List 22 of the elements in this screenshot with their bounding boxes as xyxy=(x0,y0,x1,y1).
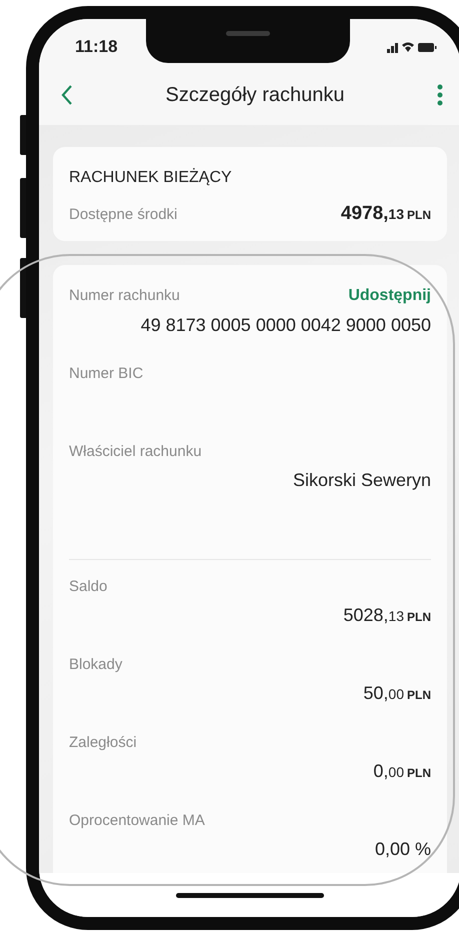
field-label: Blokady xyxy=(69,656,122,673)
amount-value: 50,00 PLN xyxy=(363,683,431,704)
field-label: Dostępne środki xyxy=(69,206,178,223)
status-time: 11:18 xyxy=(75,37,118,57)
field-value: 0,00 % xyxy=(374,839,431,860)
field-value: 49 8173 0005 0000 0042 9000 0050 xyxy=(140,315,431,336)
kebab-menu-icon xyxy=(436,84,443,106)
status-icons xyxy=(387,40,437,54)
chevron-left-icon xyxy=(61,84,73,106)
field-label: Zaległości xyxy=(69,734,137,751)
share-link[interactable]: Udostępnij xyxy=(348,287,431,305)
screen-title: Szczegóły rachunku xyxy=(166,84,344,106)
field-value: Sikorski Seweryn xyxy=(292,470,431,491)
field-label: Saldo xyxy=(69,578,108,595)
field-label: Właściciel rachunku xyxy=(69,443,202,460)
field-label: Numer rachunku xyxy=(69,287,180,304)
field-label: Numer BIC xyxy=(69,365,144,382)
account-type: RACHUNEK BIEŻĄCY xyxy=(69,169,233,187)
available-amount: 4978,13 PLN xyxy=(340,203,431,225)
amount-value: 5028,13 PLN xyxy=(343,605,431,626)
field-label: Oprocentowanie MA xyxy=(69,812,205,829)
amount-value: 0,00 PLN xyxy=(373,761,431,782)
